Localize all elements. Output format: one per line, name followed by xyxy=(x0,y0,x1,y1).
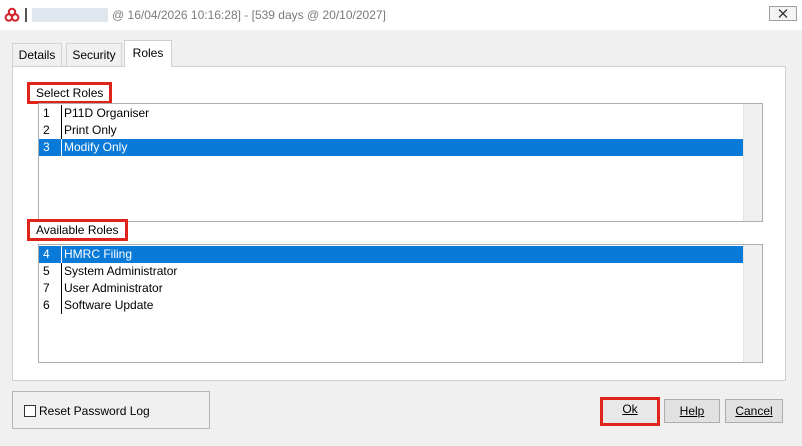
title-bar: @ 16/04/2026 10:16:28] - [539 days @ 20/… xyxy=(0,0,802,30)
list-item[interactable]: 2 Print Only xyxy=(39,122,744,139)
role-name: Software Update xyxy=(64,298,154,312)
available-roles-list[interactable]: 4 HMRC Filing 5 System Administrator 7 User A… xyxy=(38,244,763,363)
reset-password-checkbox[interactable] xyxy=(24,405,36,417)
help-button-label: Help xyxy=(679,404,705,418)
window-title: @ 16/04/2026 10:16:28] - [539 days @ 20/… xyxy=(112,8,386,22)
cancel-button-label: Cancel xyxy=(735,404,773,418)
tab-roles[interactable]: Roles xyxy=(124,40,172,67)
column-separator xyxy=(61,263,62,280)
cancel-button[interactable]: Cancel xyxy=(725,399,783,423)
role-number: 6 xyxy=(43,298,50,312)
select-roles-label: Select Roles xyxy=(27,82,113,104)
role-name: Modify Only xyxy=(64,140,128,154)
list-item[interactable]: 1 P11D Organiser xyxy=(39,105,744,122)
tab-details[interactable]: Details xyxy=(12,43,62,66)
role-name: User Administrator xyxy=(64,281,163,295)
column-separator xyxy=(61,139,62,156)
role-number: 7 xyxy=(43,281,50,295)
column-separator xyxy=(61,122,62,139)
available-roles-scrollbar[interactable] xyxy=(743,245,762,362)
role-number: 4 xyxy=(43,247,50,261)
column-separator xyxy=(61,297,62,314)
column-separator xyxy=(61,280,62,297)
role-number: 5 xyxy=(43,264,50,278)
role-number: 3 xyxy=(43,140,50,154)
role-number: 1 xyxy=(43,106,50,120)
column-separator xyxy=(61,246,62,263)
role-name: System Administrator xyxy=(64,264,178,278)
tab-security[interactable]: Security xyxy=(66,43,122,66)
close-icon xyxy=(778,9,788,18)
close-button[interactable] xyxy=(769,6,797,21)
select-roles-scrollbar[interactable] xyxy=(743,104,762,221)
help-button[interactable]: Help xyxy=(664,399,720,423)
column-separator xyxy=(61,105,62,122)
role-name: HMRC Filing xyxy=(64,247,133,261)
list-item[interactable]: 3 Modify Only xyxy=(39,139,744,156)
role-name: Print Only xyxy=(64,123,117,137)
app-logo-icon xyxy=(4,7,20,23)
roles-panel: Select Roles 1 P11D Organiser 2 Print Only 3… xyxy=(12,66,786,381)
role-name: P11D Organiser xyxy=(64,106,150,120)
list-item[interactable]: 4 HMRC Filing xyxy=(39,246,744,263)
ok-button-label: Ok xyxy=(622,402,638,416)
list-item[interactable]: 7 User Administrator xyxy=(39,280,744,297)
title-separator xyxy=(25,8,27,22)
available-roles-label: Available Roles xyxy=(27,219,128,241)
select-roles-list[interactable]: 1 P11D Organiser 2 Print Only 3 Modify Only xyxy=(38,103,763,222)
list-item[interactable]: 5 System Administrator xyxy=(39,263,744,280)
list-item[interactable]: 6 Software Update xyxy=(39,297,744,314)
ok-button[interactable]: Ok xyxy=(600,397,660,426)
reset-password-label[interactable]: Reset Password Log xyxy=(39,404,150,418)
reset-password-group: Reset Password Log xyxy=(12,391,210,429)
role-number: 2 xyxy=(43,123,50,137)
redacted-title-text xyxy=(32,8,108,22)
